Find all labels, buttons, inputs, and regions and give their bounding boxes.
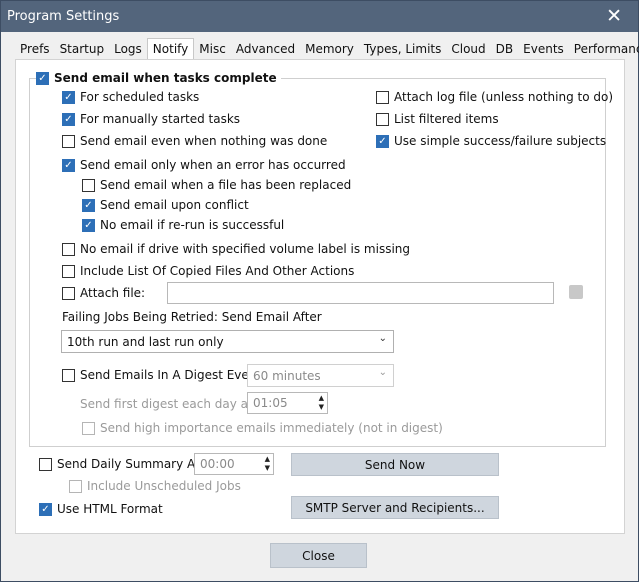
even-nothing-checkbox[interactable]: Send email even when nothing was done <box>62 134 327 148</box>
close-button[interactable]: Close <box>270 543 367 568</box>
include-list-checkbox[interactable]: Include List Of Copied Files And Other A… <box>62 264 354 278</box>
checkbox-checked-icon: ✓ <box>82 198 95 212</box>
smtp-server-button[interactable]: SMTP Server and Recipients... <box>291 496 499 519</box>
checkbox-unchecked-icon <box>376 90 389 104</box>
checkbox-unchecked-icon <box>39 457 52 471</box>
file-replaced-checkbox[interactable]: Send email when a file has been replaced <box>82 178 351 192</box>
failing-jobs-select[interactable]: 10th run and last run only ⌄ <box>61 330 394 353</box>
tab-events[interactable]: Events <box>518 39 569 60</box>
daily-summary-time-spinner[interactable]: 00:00 ▲ ▼ <box>194 453 274 475</box>
upon-conflict-checkbox[interactable]: ✓ Send email upon conflict <box>82 198 249 212</box>
window-title: Program Settings <box>7 9 120 24</box>
title-bar: Program Settings ✕ <box>1 1 638 32</box>
checkbox-unchecked-icon <box>62 368 75 382</box>
daily-summary-checkbox[interactable]: Send Daily Summary At <box>39 457 200 471</box>
first-digest-time-spinner[interactable]: 01:05 ▲ ▼ <box>247 392 328 414</box>
tab-performance[interactable]: Performance <box>569 39 639 60</box>
program-settings-window: Program Settings ✕ Prefs Startup Logs No… <box>0 0 639 582</box>
chevron-down-icon: ⌄ <box>378 333 387 344</box>
checkbox-checked-icon: ✓ <box>62 112 75 126</box>
checkbox-unchecked-icon <box>62 242 75 256</box>
tab-misc[interactable]: Misc <box>194 39 231 60</box>
digest-interval-value: 60 minutes <box>253 368 321 383</box>
spinner-arrows-icon[interactable]: ▲ ▼ <box>319 394 324 412</box>
tab-logs[interactable]: Logs <box>109 39 147 60</box>
checkbox-checked-icon: ✓ <box>376 134 389 148</box>
browse-file-icon[interactable] <box>569 285 583 299</box>
first-digest-label: Send first digest each day at: <box>80 397 257 411</box>
attach-file-checkbox[interactable]: Attach file: <box>62 286 145 300</box>
tab-startup[interactable]: Startup <box>55 39 110 60</box>
failing-jobs-value: 10th run and last run only <box>67 334 224 349</box>
send-email-complete-checkbox[interactable]: ✓ Send email when tasks complete <box>36 71 281 85</box>
use-html-checkbox[interactable]: ✓ Use HTML Format <box>39 502 163 516</box>
tab-advanced[interactable]: Advanced <box>231 39 300 60</box>
no-email-rerun-checkbox[interactable]: ✓ No email if re-run is successful <box>82 218 284 232</box>
for-scheduled-checkbox[interactable]: ✓ For scheduled tasks <box>62 90 199 104</box>
tab-db[interactable]: DB <box>491 39 518 60</box>
checkbox-checked-icon: ✓ <box>82 218 95 232</box>
checkbox-unchecked-icon <box>69 479 82 493</box>
tab-memory[interactable]: Memory <box>300 39 359 60</box>
daily-summary-time-value: 00:00 <box>200 457 235 471</box>
digest-interval-select[interactable]: 60 minutes ⌄ <box>247 364 394 387</box>
tab-cloud[interactable]: Cloud <box>446 39 490 60</box>
checkbox-unchecked-icon <box>82 421 95 435</box>
checkbox-unchecked-icon <box>82 178 95 192</box>
checkbox-unchecked-icon <box>62 286 75 300</box>
only-error-checkbox[interactable]: ✓ Send email only when an error has occu… <box>62 158 346 172</box>
failing-jobs-label: Failing Jobs Being Retried: Send Email A… <box>62 310 322 324</box>
first-digest-time-value: 01:05 <box>253 396 288 410</box>
chevron-down-icon: ⌄ <box>378 367 387 378</box>
tab-prefs[interactable]: Prefs <box>15 39 55 60</box>
tab-types-limits[interactable]: Types, Limits <box>359 39 446 60</box>
simple-subjects-checkbox[interactable]: ✓ Use simple success/failure subjects <box>376 134 606 148</box>
tab-notify[interactable]: Notify <box>146 38 195 61</box>
checkbox-checked-icon: ✓ <box>36 71 49 85</box>
for-manual-checkbox[interactable]: ✓ For manually started tasks <box>62 112 240 126</box>
send-now-button[interactable]: Send Now <box>291 453 499 476</box>
spinner-arrows-icon[interactable]: ▲ ▼ <box>265 455 270 473</box>
checkbox-unchecked-icon <box>62 264 75 278</box>
checkbox-checked-icon: ✓ <box>62 90 75 104</box>
checkbox-unchecked-icon <box>376 112 389 126</box>
list-filtered-checkbox[interactable]: List filtered items <box>376 112 499 126</box>
checkbox-checked-icon: ✓ <box>62 158 75 172</box>
attach-file-input[interactable] <box>167 282 554 304</box>
checkbox-checked-icon: ✓ <box>39 502 52 516</box>
digest-checkbox[interactable]: Send Emails In A Digest Every <box>62 368 261 382</box>
include-unscheduled-checkbox[interactable]: Include Unscheduled Jobs <box>69 479 241 493</box>
close-icon[interactable]: ✕ <box>606 5 622 27</box>
high-importance-checkbox[interactable]: Send high importance emails immediately … <box>82 421 443 435</box>
drive-missing-checkbox[interactable]: No email if drive with specified volume … <box>62 242 410 256</box>
checkbox-unchecked-icon <box>62 134 75 148</box>
attach-log-checkbox[interactable]: Attach log file (unless nothing to do) <box>376 90 613 104</box>
tab-bar: Prefs Startup Logs Notify Misc Advanced … <box>15 38 639 61</box>
